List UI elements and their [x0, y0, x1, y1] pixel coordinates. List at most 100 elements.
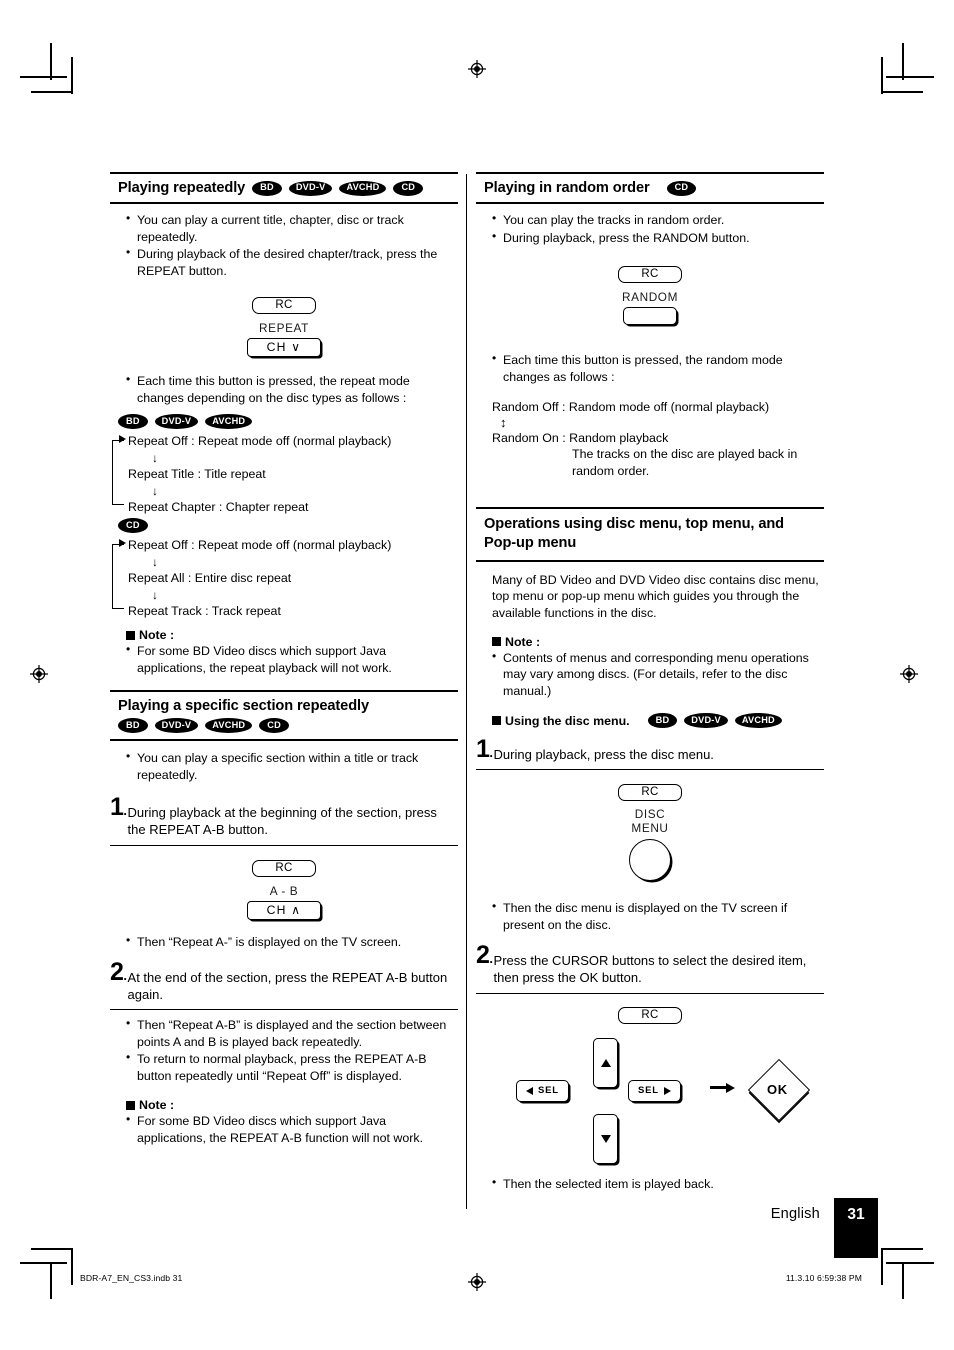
note-block-disc-menu: Note : Contents of menus and correspondi…	[476, 635, 824, 700]
flow-item: Repeat All : Entire disc repeat	[128, 570, 292, 585]
after-step2-bullet-list: Then the selected item is played back.	[492, 1175, 820, 1193]
step-2-disc-menu: 2. Press the CURSOR buttons to select th…	[476, 941, 824, 986]
flow-arrowhead-icon	[119, 539, 126, 547]
intro-paragraph: Many of BD Video and DVD Video disc cont…	[492, 572, 819, 620]
note-heading: Note :	[126, 628, 454, 642]
bullet-item: Each time this button is pressed, the ra…	[492, 351, 820, 385]
step-rule	[476, 992, 824, 994]
triangle-left-icon	[526, 1086, 533, 1095]
disc-badge-avchd: AVCHD	[205, 414, 253, 429]
subheading-title: Using the disc menu.	[505, 713, 630, 728]
step-number: 1.	[476, 735, 493, 764]
cursor-up-button[interactable]	[593, 1037, 618, 1088]
key-caption-random: RANDOM	[621, 290, 679, 304]
disc-badge-avchd: AVCHD	[339, 180, 387, 196]
flow-badges-cd-group: CD	[110, 518, 458, 533]
bullet-item: You can play a current title, chapter, d…	[126, 211, 454, 245]
step-text: During playback at the beginning of the …	[127, 805, 437, 838]
disc-badge-dvd-v: DVD-V	[154, 718, 199, 734]
left-column: Playing repeatedly BD DVD-V AVCHD CD You…	[110, 172, 458, 1147]
bullet-item: Contents of menus and corresponding menu…	[492, 649, 820, 700]
step-text: During playback, press the disc menu.	[493, 747, 714, 763]
note-bullet-list: For some BD Video discs which support Ja…	[126, 1112, 454, 1146]
disc-badge-group: CD	[666, 180, 697, 196]
key-caption-a-b: A - B	[269, 883, 299, 898]
section-title-line1: Operations using disc menu, top menu, an…	[484, 516, 784, 533]
step-text: At the end of the section, press the REP…	[127, 970, 448, 1003]
crop-mark-bottom-right-vertical	[902, 1262, 904, 1299]
note-bullet-list: Contents of menus and corresponding menu…	[492, 649, 820, 700]
note-heading: Note :	[492, 635, 820, 649]
note-heading: Note :	[126, 1098, 454, 1112]
note-title: Note :	[139, 628, 175, 642]
right-column: Playing in random order CD You can play …	[476, 172, 824, 1193]
flow-arrowhead-icon	[119, 435, 126, 443]
crop-mark-top-right-inner-horizontal	[881, 91, 923, 93]
remote-key-disc-menu[interactable]	[629, 839, 671, 882]
print-file-note: BDR-A7_EN_CS3.indb 31	[80, 1273, 183, 1283]
crop-mark-top-left-inner-horizontal	[31, 91, 73, 93]
bullet-item: Then the disc menu is displayed on the T…	[492, 899, 820, 933]
crop-mark-top-left-horizontal	[20, 76, 67, 78]
bullet-item: Each time this button is pressed, the re…	[126, 372, 454, 406]
bullet-item: Then “Repeat A-” is displayed on the TV …	[126, 933, 454, 951]
flow-arrow-updown-icon: ↕	[500, 415, 507, 431]
square-bullet-icon	[492, 637, 501, 647]
rc-label: RC	[252, 297, 316, 314]
disc-badge-avchd: AVCHD	[205, 718, 253, 734]
flow-item: Repeat Off : Repeat mode off (normal pla…	[128, 538, 392, 552]
step-number: 2.	[110, 958, 127, 987]
page-content-area: Playing repeatedly BD DVD-V AVCHD CD You…	[110, 172, 824, 1212]
disc-badge-cd: CD	[259, 718, 289, 734]
registration-mark-left	[30, 665, 48, 683]
step-rule	[476, 769, 824, 771]
remote-diagram-random: RC RANDOM	[476, 264, 824, 330]
cursor-button-diagram: SEL SEL OK	[476, 1032, 824, 1182]
disc-badge-group: BD DVD-V AVCHD	[647, 713, 782, 729]
registration-mark-bottom	[468, 1273, 486, 1291]
cursor-left-sel-button[interactable]: SEL	[516, 1079, 569, 1102]
crop-mark-bottom-left-inner-horizontal	[31, 1248, 73, 1250]
note-block-ab: Note : For some BD Video discs which sup…	[110, 1098, 458, 1146]
column-divider	[466, 174, 467, 1209]
remote-key-random[interactable]	[623, 307, 677, 325]
bullet-item: For some BD Video discs which support Ja…	[126, 642, 454, 676]
bullet-item: Then the selected item is played back.	[492, 1175, 820, 1193]
note-block-repeat: Note : For some BD Video discs which sup…	[110, 628, 458, 676]
after-step2-bullet-list: Then “Repeat A-B” is displayed and the s…	[126, 1016, 454, 1084]
cursor-right-sel-button[interactable]: SEL	[628, 1079, 681, 1102]
intro-bullet-list: You can play a current title, chapter, d…	[126, 211, 454, 279]
subheading-row: Using the disc menu. BD DVD-V AVCHD	[492, 713, 820, 729]
step-1-specific-section: 1. During playback at the beginning of t…	[110, 795, 458, 838]
flow-arrow-down-icon: ↓	[152, 587, 158, 602]
bullet-item: For some BD Video discs which support Ja…	[126, 1112, 454, 1146]
language-label: English	[770, 1206, 820, 1222]
note-title: Note :	[139, 1098, 175, 1113]
ok-button-label: OK	[767, 1081, 788, 1097]
rc-label: RC	[252, 859, 316, 877]
remote-diagram-disc-menu: RC DISC MENU	[476, 782, 824, 886]
step-number: 2.	[476, 941, 493, 970]
remote-key-ch-up[interactable]: CH ∧	[246, 900, 322, 920]
remote-diagram-repeat: RC REPEAT CH ∨	[110, 295, 458, 357]
disc-badge-cd: CD	[118, 518, 148, 533]
remote-key-ch-down[interactable]: CH ∨	[246, 338, 322, 357]
square-bullet-icon	[126, 630, 135, 640]
step-1-disc-menu: 1. During playback, press the disc menu.	[476, 735, 824, 764]
specific-section-bullet-list: You can play a specific section within a…	[126, 749, 454, 783]
flow-item: Repeat Title : Title repeat	[128, 466, 266, 481]
page-number-badge: 31	[834, 1198, 878, 1258]
disc-badge-avchd: AVCHD	[734, 713, 782, 729]
crop-mark-bottom-right-inner-vertical	[881, 1248, 883, 1285]
triangle-up-icon	[600, 1058, 611, 1067]
disc-badge-bd: BD	[252, 180, 282, 196]
remote-rc-label-cursor: RC	[476, 1005, 824, 1024]
random-flow: Random Off : Random mode off (normal pla…	[476, 399, 824, 479]
disc-badge-bd: BD	[118, 414, 148, 429]
repeat-flow-bd: Repeat Off : Repeat mode off (normal pla…	[110, 434, 458, 514]
disc-badge-cd: CD	[666, 180, 697, 196]
flow-loop-line	[112, 440, 124, 504]
section-heading-operations-disc-menu: Operations using disc menu, top menu, an…	[476, 507, 824, 562]
cursor-down-button[interactable]	[593, 1113, 618, 1164]
bullet-item: You can play the tracks in random order.	[492, 211, 820, 229]
